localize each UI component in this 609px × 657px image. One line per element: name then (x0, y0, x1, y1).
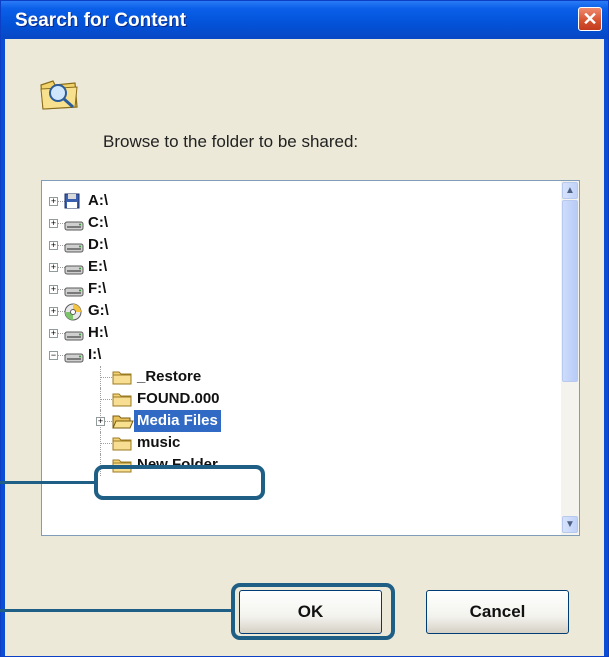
tree-item-label: _Restore (137, 368, 202, 385)
scroll-thumb[interactable] (562, 200, 578, 382)
tree-item[interactable]: music (42, 432, 557, 454)
tree-item-label: C:\ (88, 214, 108, 231)
tree-connector (100, 443, 112, 444)
tree-item[interactable]: + E:\ (42, 256, 557, 278)
dialog-prompt: Browse to the folder to be shared: (103, 132, 359, 151)
ok-button-callout (231, 583, 395, 640)
title-bar[interactable]: Search for Content ✕ (1, 1, 608, 39)
collapse-icon[interactable]: − (49, 351, 58, 360)
dialog-window: Search for Content ✕ Browse to the folde… (0, 0, 609, 657)
expand-icon[interactable]: + (49, 197, 58, 206)
expand-icon[interactable]: + (49, 241, 58, 250)
scroll-down-button[interactable]: ▼ (562, 516, 578, 533)
expand-icon[interactable]: + (49, 219, 58, 228)
tree-connector (100, 432, 101, 454)
tree-item[interactable]: _Restore (42, 366, 557, 388)
expand-icon[interactable]: + (49, 263, 58, 272)
scroll-up-button[interactable]: ▲ (562, 182, 578, 199)
expand-icon[interactable]: + (49, 285, 58, 294)
media-files-callout (94, 465, 265, 500)
tree-item[interactable]: + A:\ (42, 190, 557, 212)
tree-item[interactable]: − I:\ (42, 344, 557, 366)
tree-item-label: F:\ (88, 280, 107, 297)
expand-icon[interactable]: + (96, 417, 105, 426)
tree-connector (100, 388, 101, 410)
expand-icon[interactable]: + (49, 307, 58, 316)
tree-item[interactable]: + Media Files (42, 410, 557, 432)
cancel-button[interactable]: Cancel (426, 590, 569, 634)
tree-item[interactable]: + D:\ (42, 234, 557, 256)
tree-item-label: H:\ (88, 324, 108, 341)
tree-item-label: G:\ (88, 302, 109, 319)
expand-icon[interactable]: + (49, 329, 58, 338)
tree-item[interactable]: + H:\ (42, 322, 557, 344)
tree-item-label: E:\ (88, 258, 108, 275)
window-frame-right (604, 39, 608, 656)
tree-item-label: A:\ (88, 192, 108, 209)
tree-item-label: I:\ (88, 346, 102, 363)
tree-item[interactable]: + C:\ (42, 212, 557, 234)
tree-item[interactable]: + F:\ (42, 278, 557, 300)
folder-search-icon (40, 80, 78, 110)
tree-item-label: music (137, 434, 181, 451)
vertical-scrollbar[interactable]: ▲ ▼ (561, 181, 579, 535)
tree-connector (100, 399, 112, 400)
window-title: Search for Content (15, 10, 187, 31)
tree-item-label: Media Files (134, 410, 221, 432)
close-button[interactable]: ✕ (578, 7, 602, 31)
tree-item-label: FOUND.000 (137, 390, 220, 407)
close-icon: ✕ (582, 9, 598, 29)
ok-button-leader-line (0, 609, 233, 612)
tree-item-label: D:\ (88, 236, 108, 253)
tree-connector (100, 377, 112, 378)
tree-connector (100, 366, 101, 388)
tree-item[interactable]: FOUND.000 (42, 388, 557, 410)
media-files-leader-line (0, 481, 96, 484)
tree-item[interactable]: + G:\ (42, 300, 557, 322)
window-frame-left (1, 39, 5, 656)
